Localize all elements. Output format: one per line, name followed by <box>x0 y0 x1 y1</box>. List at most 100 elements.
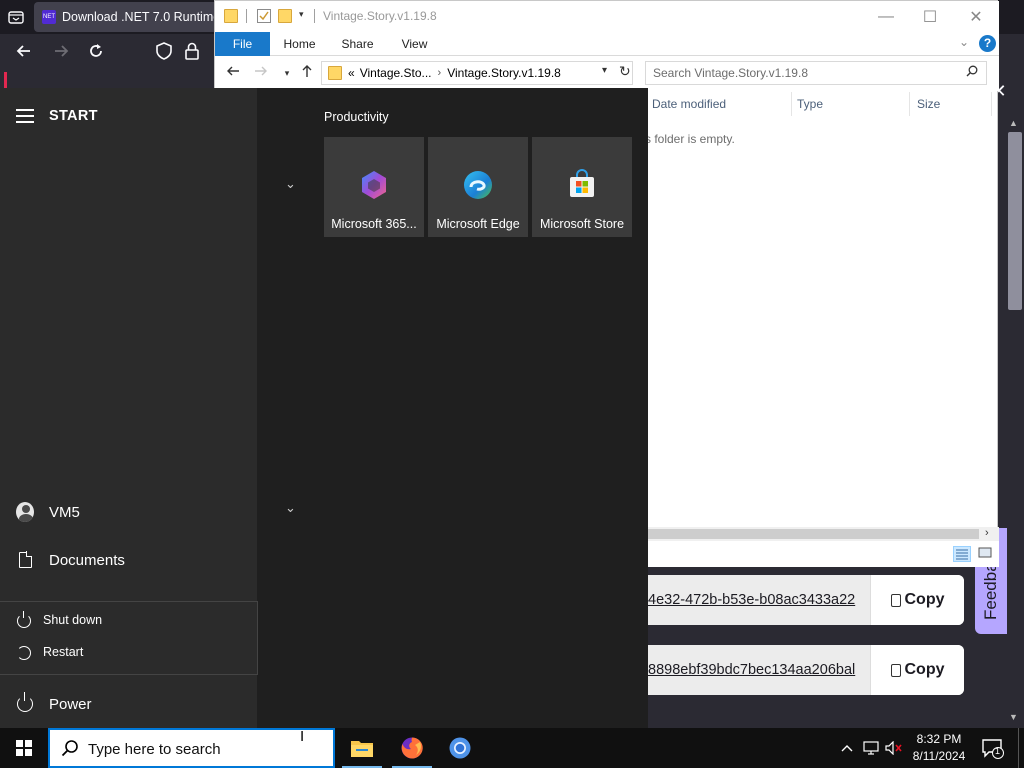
close-window-icon[interactable]: ✕ <box>953 1 999 32</box>
up-icon[interactable] <box>298 64 316 82</box>
maximize-icon[interactable]: ☐ <box>907 1 953 32</box>
firefox-icon <box>401 737 423 759</box>
power-item[interactable]: Power <box>0 684 257 724</box>
column-date-modified[interactable]: Date modified <box>652 97 726 111</box>
tab-file[interactable]: File <box>215 32 270 56</box>
hamburger-menu-icon[interactable] <box>16 109 34 123</box>
start-menu: START VM5 Documents Shut down Restart Po… <box>0 88 648 728</box>
restart-icon <box>16 645 32 661</box>
forward-arrow-icon[interactable] <box>50 40 72 62</box>
breadcrumb-chevron-icon[interactable]: › <box>438 67 442 79</box>
chrome-icon <box>449 737 471 759</box>
tile-microsoft-edge[interactable]: Microsoft Edge <box>428 137 528 237</box>
copy-button[interactable]: Copy <box>870 575 964 625</box>
scroll-right-icon[interactable]: › <box>985 527 989 539</box>
user-account-item[interactable]: VM5 <box>0 492 257 532</box>
show-hidden-icons-chevron-up-icon[interactable] <box>838 728 856 768</box>
tile-microsoft-365[interactable]: Microsoft 365... <box>324 137 424 237</box>
taskbar-file-explorer[interactable] <box>338 728 386 768</box>
tile-label: Microsoft Edge <box>436 217 520 231</box>
volume-muted-icon[interactable] <box>884 728 904 768</box>
shut-down-label: Shut down <box>43 613 103 627</box>
large-icons-view-icon[interactable] <box>977 546 995 562</box>
copy-button[interactable]: Copy <box>870 645 964 695</box>
explorer-search-box[interactable] <box>645 61 987 85</box>
edge-icon <box>464 171 492 199</box>
taskbar-search-box[interactable] <box>48 728 335 768</box>
tab-share[interactable]: Share <box>335 32 380 56</box>
documents-label: Documents <box>49 551 125 569</box>
copy-button-label: Copy <box>904 591 945 608</box>
file-explorer-icon <box>351 741 373 757</box>
copy-button-label: Copy <box>904 661 945 678</box>
shut-down-item[interactable]: Shut down <box>0 606 257 636</box>
customize-quick-access-icon[interactable]: ▾ <box>299 9 304 20</box>
taskbar-firefox[interactable] <box>388 728 436 768</box>
new-folder-icon[interactable] <box>278 9 292 23</box>
column-divider[interactable] <box>791 92 792 116</box>
lock-icon[interactable] <box>181 40 203 62</box>
tab-list-icon[interactable] <box>6 7 26 27</box>
properties-icon[interactable] <box>257 9 271 23</box>
forward-icon[interactable] <box>252 64 270 82</box>
help-icon[interactable]: ? <box>979 35 996 52</box>
address-dropdown-icon[interactable]: ▾ <box>602 65 607 76</box>
tile-microsoft-store[interactable]: Microsoft Store <box>532 137 632 237</box>
column-divider[interactable] <box>909 92 910 116</box>
expand-ribbon-icon[interactable]: ⌄ <box>959 35 969 49</box>
chevron-down-icon[interactable]: ⌄ <box>285 176 296 192</box>
column-divider[interactable] <box>991 92 992 116</box>
column-type[interactable]: Type <box>797 97 823 111</box>
tracking-shield-icon[interactable] <box>153 40 175 62</box>
scroll-down-icon[interactable]: ▼ <box>1009 712 1018 722</box>
network-icon[interactable] <box>862 728 880 768</box>
page-scrollbar-thumb[interactable] <box>1008 132 1022 310</box>
clock-date: 8/11/2024 <box>912 749 966 763</box>
address-bar[interactable]: « Vintage.Sto... › Vintage.Story.v1.19.8… <box>321 61 633 85</box>
checksum-row: 4e32-472b-b53e-b08ac3433a22 Copy <box>610 575 964 625</box>
column-size[interactable]: Size <box>917 97 940 111</box>
address-overflow[interactable]: « <box>348 66 355 80</box>
taskbar-chrome[interactable] <box>436 728 484 768</box>
minimize-icon[interactable]: — <box>863 1 909 32</box>
restart-item[interactable]: Restart <box>0 638 257 668</box>
back-icon[interactable] <box>224 64 242 82</box>
browser-tab-active[interactable]: NET Download .NET 7.0 Runtime <box>34 2 234 32</box>
start-rail: START VM5 Documents Shut down Restart Po… <box>0 88 258 728</box>
power-icon <box>16 611 32 629</box>
recent-locations-icon[interactable]: ▾ <box>278 64 296 82</box>
ribbon-tabs: File Home Share View ⌄ ? <box>215 32 999 56</box>
back-arrow-icon[interactable] <box>13 40 35 62</box>
power-label: Power <box>49 695 92 713</box>
start-menu-title: START <box>49 108 98 124</box>
tile-label: Microsoft 365... <box>331 217 417 231</box>
search-icon <box>61 740 78 757</box>
details-view-icon[interactable] <box>953 546 971 562</box>
documents-item[interactable]: Documents <box>0 540 257 580</box>
checksum-value[interactable]: 4e32-472b-b53e-b08ac3433a22 <box>610 575 870 625</box>
start-button[interactable] <box>0 728 48 768</box>
checksum-row: 8898ebf39bdc7bec134aa206bal Copy <box>610 645 964 695</box>
windows-logo-icon <box>16 740 32 756</box>
tab-view[interactable]: View <box>392 32 437 56</box>
tab-home[interactable]: Home <box>277 32 322 56</box>
show-desktop-button[interactable] <box>1018 728 1024 768</box>
chevron-down-icon[interactable]: ⌄ <box>285 500 296 516</box>
breadcrumb-item[interactable]: Vintage.Story.v1.19.8 <box>447 66 561 80</box>
power-icon <box>16 692 34 713</box>
tile-label: Microsoft Store <box>539 217 625 231</box>
folder-icon <box>328 66 342 80</box>
reload-icon[interactable] <box>85 40 107 62</box>
copy-icon <box>890 663 901 677</box>
dotnet-favicon-icon: NET <box>42 10 56 24</box>
search-icon <box>966 65 978 77</box>
explorer-search-input[interactable] <box>646 62 946 84</box>
scroll-up-icon[interactable]: ▲ <box>1009 118 1018 128</box>
system-clock[interactable]: 8:32 PM 8/11/2024 <box>905 731 973 765</box>
breadcrumb-item[interactable]: Vintage.Sto... <box>360 66 432 80</box>
action-center-notifications-icon[interactable]: 1 <box>980 736 1004 760</box>
checksum-value[interactable]: 8898ebf39bdc7bec134aa206bal <box>610 645 870 695</box>
taskbar: I 8:32 PM 8/11/2024 1 <box>0 728 1024 768</box>
taskbar-search-input[interactable] <box>88 738 318 760</box>
refresh-icon[interactable]: ↻ <box>619 63 631 80</box>
